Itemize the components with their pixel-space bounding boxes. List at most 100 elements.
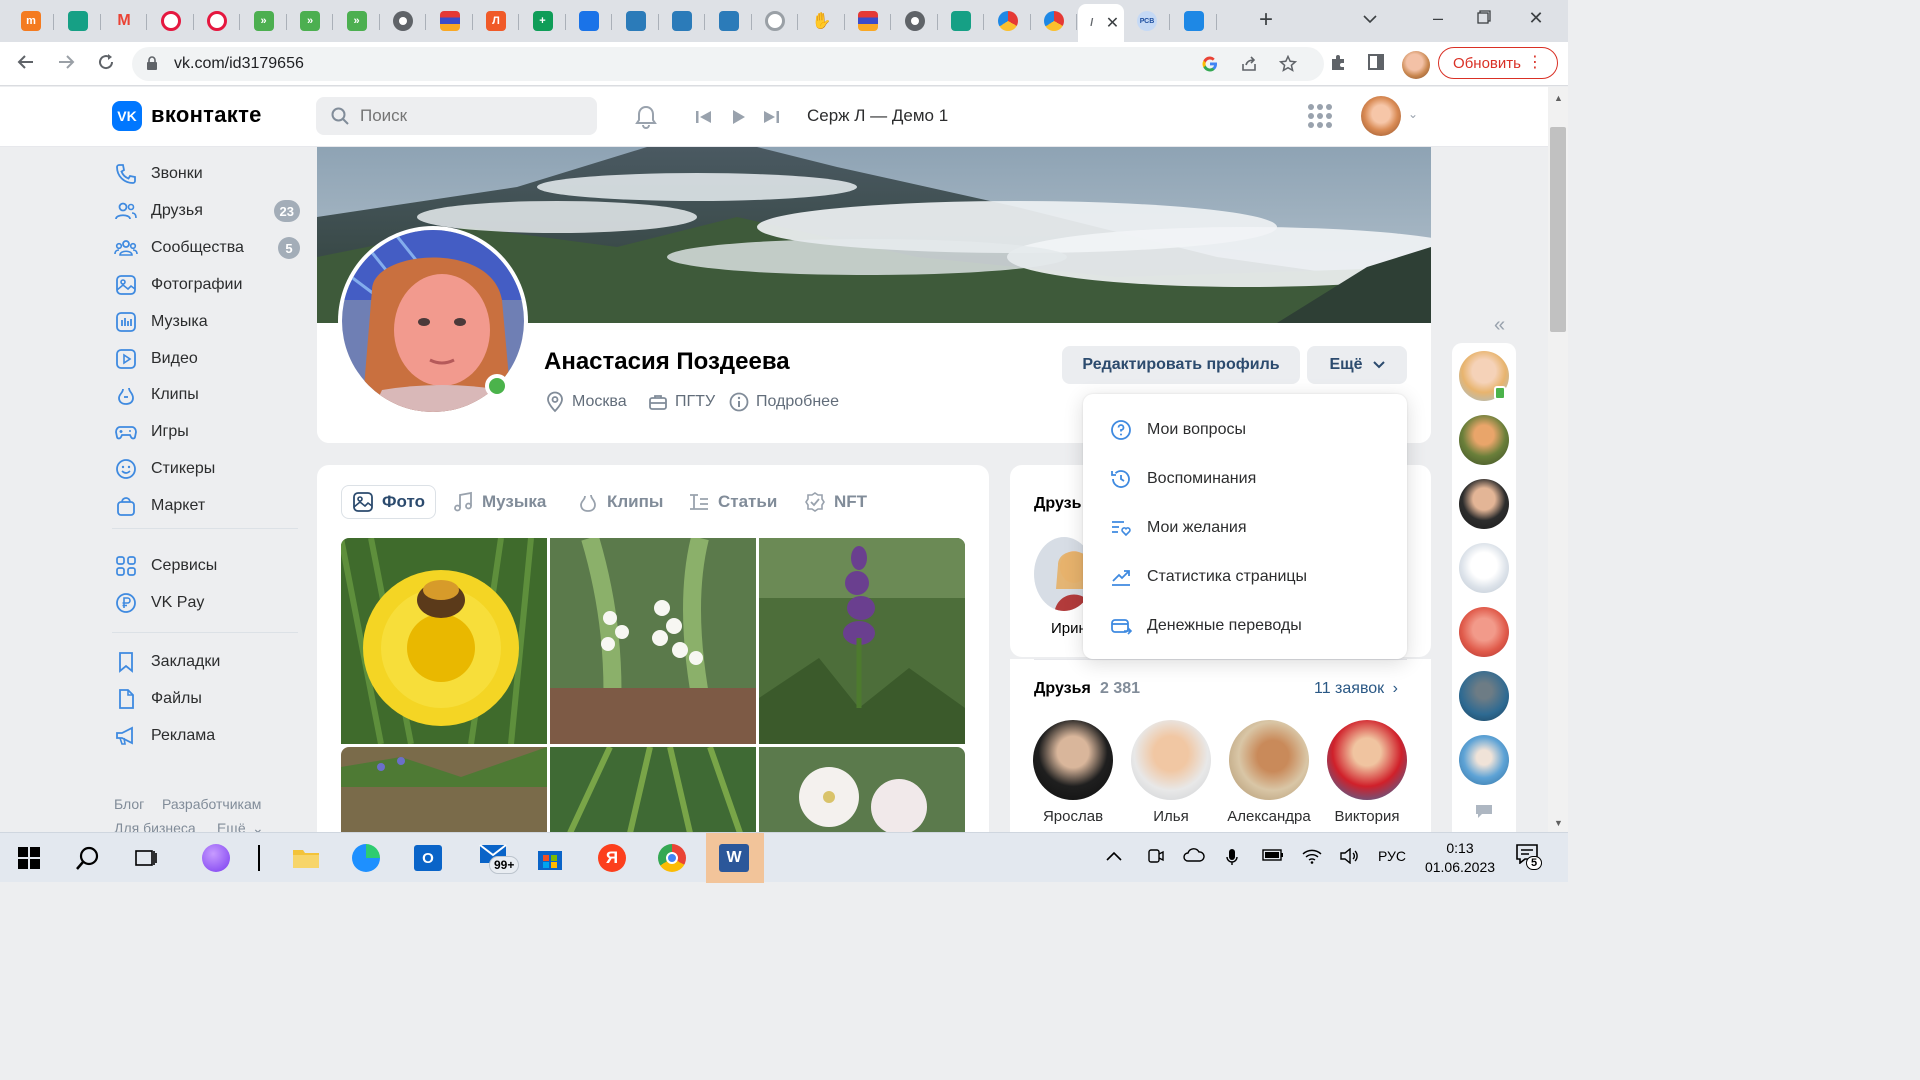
sidebar-item[interactable]: Закладки (112, 646, 302, 678)
browser-tab[interactable] (613, 6, 659, 36)
browser-tab[interactable] (148, 6, 194, 36)
lock-icon[interactable] (146, 56, 158, 70)
close-tab-icon[interactable]: ✕ (1106, 13, 1119, 33)
apps-grid-icon[interactable] (1308, 104, 1332, 128)
omnibox[interactable]: vk.com/id3179656 (132, 47, 1324, 81)
sidebar-item[interactable]: Файлы (112, 683, 302, 715)
sidebar-item[interactable]: VK Pay (112, 587, 302, 619)
language-indicator[interactable]: РУС (1378, 848, 1406, 864)
media-tab[interactable]: Музыка (452, 485, 546, 519)
sidebar-item[interactable]: Стикеры (112, 453, 302, 485)
browser-tab[interactable]: » (334, 6, 380, 36)
browser-tab[interactable] (1171, 6, 1217, 36)
close-window-button[interactable]: ✕ (1516, 6, 1556, 30)
footer-developers-link[interactable]: Разработчикам (162, 796, 261, 812)
browser-tab[interactable] (892, 6, 938, 36)
more-button[interactable]: Ещё (1307, 346, 1407, 384)
volume-icon[interactable] (1339, 847, 1359, 867)
edit-profile-button[interactable]: Редактировать профиль (1062, 346, 1300, 384)
sidebar-item[interactable]: Видео (112, 343, 302, 375)
sidebar-item[interactable]: Игры (112, 416, 302, 448)
browser-tab[interactable]: m (8, 6, 54, 36)
browser-tab[interactable]: ✋ (799, 6, 845, 36)
browser-tab[interactable]: » (241, 6, 287, 36)
browser-tab[interactable] (380, 6, 426, 36)
word-icon[interactable]: W (718, 842, 750, 874)
scroll-down-icon[interactable]: ▼ (1554, 818, 1563, 828)
chevron-down-icon[interactable]: ⌄ (1408, 107, 1418, 121)
chat-bubble-icon[interactable] (1474, 803, 1494, 819)
mail-icon[interactable]: 99+ (475, 842, 523, 874)
browser-tab[interactable] (427, 6, 473, 36)
next-track-icon[interactable] (757, 103, 785, 131)
yandex-browser-icon[interactable]: Я (596, 842, 628, 874)
browser-tab[interactable] (566, 6, 612, 36)
file-explorer-icon[interactable] (290, 842, 322, 874)
google-icon[interactable] (1200, 55, 1220, 75)
chrome-icon[interactable] (656, 842, 688, 874)
share-icon[interactable] (1239, 55, 1259, 75)
browser-tab[interactable] (194, 6, 240, 36)
strip-avatar[interactable] (1459, 415, 1509, 465)
dropdown-item[interactable]: Денежные переводы (1083, 601, 1407, 650)
strip-avatar[interactable] (1459, 479, 1509, 529)
now-playing-text[interactable]: Серж Л — Демо 1 (807, 106, 948, 126)
browser-tab[interactable]: + (520, 6, 566, 36)
back-icon[interactable] (14, 52, 38, 76)
new-tab-button[interactable]: + (1252, 8, 1280, 32)
reload-icon[interactable] (94, 52, 118, 76)
browser-tab[interactable] (55, 6, 101, 36)
sidebar-item[interactable]: Реклама (112, 720, 302, 752)
profile-university[interactable]: ПГТУ (647, 391, 715, 413)
dropdown-item[interactable]: Мои вопросы (1083, 405, 1407, 454)
media-tab[interactable]: Статьи (688, 485, 777, 519)
strip-avatar[interactable] (1459, 607, 1509, 657)
search-input[interactable] (360, 106, 580, 126)
update-button[interactable]: Обновить ⋮ (1438, 47, 1558, 79)
browser-tab[interactable]: РСВ (1124, 6, 1170, 36)
forward-icon[interactable] (54, 52, 78, 76)
microphone-icon[interactable] (1226, 848, 1238, 869)
sidebar-item[interactable]: Маркет (112, 490, 302, 522)
url-text[interactable]: vk.com/id3179656 (174, 55, 304, 73)
browser-profile-avatar[interactable] (1402, 51, 1430, 79)
alice-assistant-icon[interactable] (200, 842, 232, 874)
friend-item[interactable]: Виктория (1322, 720, 1412, 825)
strip-avatar[interactable] (1459, 735, 1509, 785)
browser-tab[interactable] (752, 6, 798, 36)
user-avatar[interactable] (1361, 96, 1401, 136)
friend-item[interactable]: Александра (1224, 720, 1314, 825)
media-tab[interactable]: NFT (804, 485, 867, 519)
edge-icon[interactable] (350, 842, 382, 874)
photo-thumbnail[interactable] (759, 747, 965, 833)
friend-item[interactable]: Ярослав (1028, 720, 1118, 825)
sidebar-item[interactable]: Звонки (112, 158, 302, 190)
collapse-strip-icon[interactable]: « (1494, 314, 1505, 337)
browser-tab[interactable]: M (101, 6, 147, 36)
browser-tab[interactable]: Л (473, 6, 519, 36)
notifications-bell-icon[interactable] (632, 103, 660, 131)
outlook-icon[interactable]: O (412, 842, 444, 874)
scroll-up-icon[interactable]: ▲ (1554, 93, 1563, 103)
friend-requests-link[interactable]: 11 заявок › (1314, 680, 1398, 698)
photo-thumbnail[interactable] (550, 538, 756, 744)
photo-thumbnail[interactable] (341, 747, 547, 833)
search-icon[interactable] (72, 842, 104, 874)
browser-tab[interactable] (938, 6, 984, 36)
sidebar-item[interactable]: Друзья 23 (112, 195, 302, 227)
clock[interactable]: 0:13 01.06.2023 (1420, 839, 1500, 877)
tab-search-button[interactable] (1350, 6, 1390, 30)
page-scrollbar[interactable]: ▲ ▼ (1548, 87, 1568, 832)
sidebar-item[interactable]: Клипы (112, 379, 302, 411)
media-tab[interactable]: Клипы (577, 485, 663, 519)
dropdown-item[interactable]: Мои желания (1083, 503, 1407, 552)
vk-brand-name[interactable]: вконтакте (151, 102, 262, 128)
media-tab[interactable]: Фото (341, 485, 436, 519)
browser-tab[interactable] (659, 6, 705, 36)
strip-avatar[interactable] (1459, 543, 1509, 593)
friends-title[interactable]: Друзья (1034, 680, 1091, 698)
play-icon[interactable] (724, 103, 752, 131)
browser-tab[interactable] (706, 6, 752, 36)
restore-button[interactable] (1464, 6, 1504, 30)
windows-start-icon[interactable] (13, 842, 45, 874)
